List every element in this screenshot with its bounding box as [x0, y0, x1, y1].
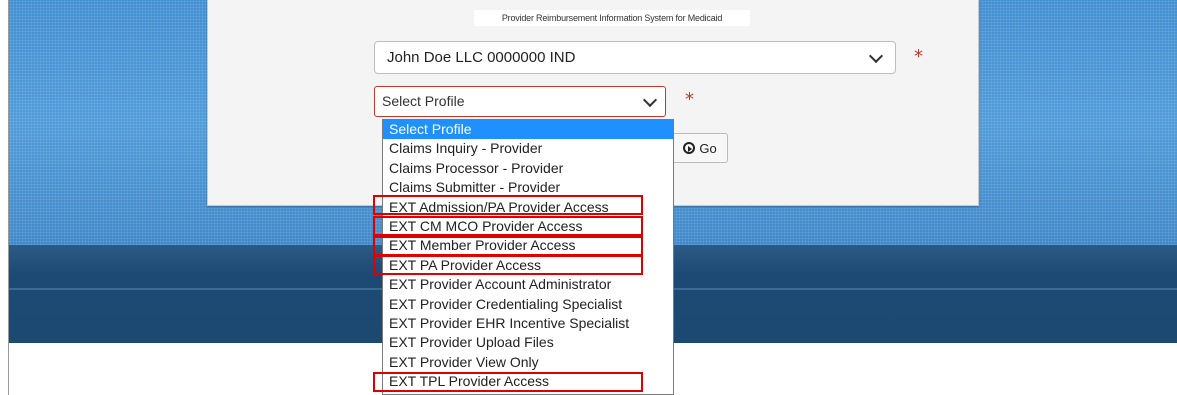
dropdown-option[interactable]: Claims Processor - Provider [383, 159, 673, 178]
profile-select[interactable]: Select Profile [374, 86, 666, 117]
chevron-down-icon [642, 92, 658, 108]
dropdown-option[interactable]: EXT Member Provider Access [383, 236, 673, 255]
dropdown-option[interactable]: Claims Inquiry - Provider [383, 139, 673, 158]
go-button-label: Go [699, 140, 717, 156]
dropdown-option[interactable]: EXT Provider Credentialing Specialist [383, 295, 673, 314]
dropdown-option[interactable]: EXT TPL Provider Access [383, 372, 673, 391]
go-button[interactable]: Go [672, 133, 728, 163]
profile-select-value: Select Profile [382, 93, 465, 109]
provider-select-value: John Doe LLC 0000000 IND [387, 49, 576, 66]
provider-select[interactable]: John Doe LLC 0000000 IND [374, 41, 896, 74]
dropdown-option[interactable]: EXT PA Provider Access [383, 256, 673, 275]
dropdown-option[interactable]: EXT Provider Account Administrator [383, 275, 673, 294]
dropdown-option[interactable]: EXT Provider View Only [383, 353, 673, 372]
dropdown-option[interactable]: EXT Provider Upload Files [383, 333, 673, 352]
dropdown-option[interactable]: Select Profile [383, 120, 673, 140]
dropdown-option[interactable]: EXT CM MCO Provider Access [383, 217, 673, 236]
provider-required-marker: * [914, 46, 923, 67]
app-logo-text: Provider Reimbursement Information Syste… [474, 10, 750, 26]
chevron-down-icon [868, 48, 884, 64]
profile-dropdown-list[interactable]: Select Profile Claims Inquiry - Provider… [382, 119, 674, 395]
page-frame: Provider Reimbursement Information Syste… [8, 0, 1177, 395]
play-circle-icon [683, 142, 696, 154]
dropdown-option[interactable]: Claims Submitter - Provider [383, 178, 673, 197]
dropdown-option[interactable]: EXT Provider EHR Incentive Specialist [383, 314, 673, 333]
profile-required-marker: * [685, 89, 694, 110]
dropdown-option[interactable]: EXT Admission/PA Provider Access [383, 198, 673, 217]
